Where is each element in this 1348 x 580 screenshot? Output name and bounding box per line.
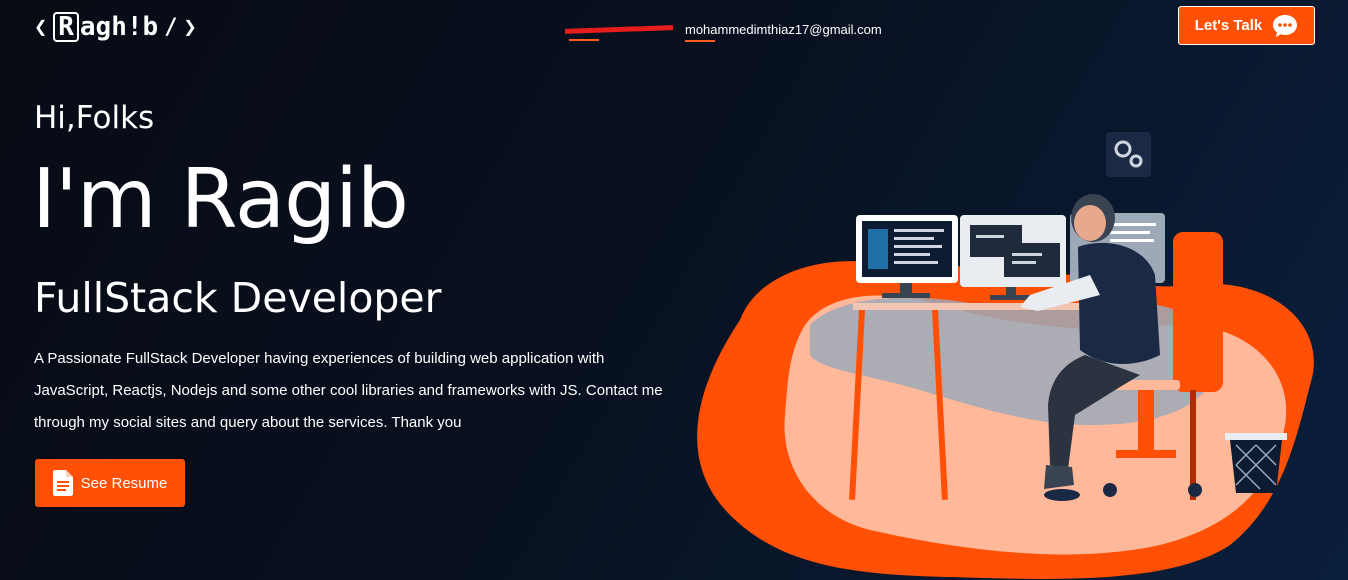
hero-role: FullStack Developer: [34, 274, 442, 322]
logo-r-letter: R: [53, 12, 79, 42]
chat-bubble-icon: [1273, 14, 1298, 37]
document-icon: [52, 470, 73, 496]
email-text: mohammedimthiaz17@gmail.com: [685, 22, 882, 37]
email-link[interactable]: mohammedimthiaz17@gmail.com: [685, 22, 882, 42]
logo-text: Ragh!b: [53, 12, 158, 42]
logo-slash: /: [164, 14, 178, 40]
developer-workstation-illustration: [697, 132, 1314, 579]
logo-rest: agh!b: [79, 12, 159, 42]
lets-talk-label: Let's Talk: [1194, 17, 1263, 34]
see-resume-button[interactable]: See Resume: [35, 459, 185, 507]
phone-number-redacted[interactable]: [565, 23, 673, 41]
see-resume-label: See Resume: [80, 474, 168, 492]
hero-name: I'm Ragib: [32, 152, 409, 247]
redaction-mark: [565, 24, 673, 34]
email-underline: [685, 40, 715, 42]
gears-icon: [1106, 132, 1151, 177]
lets-talk-button[interactable]: Let's Talk: [1178, 6, 1315, 45]
logo-right-bracket: ❯: [183, 14, 197, 40]
hero-greeting: Hi,Folks: [34, 100, 155, 136]
site-logo[interactable]: ❮ Ragh!b / ❯: [34, 12, 197, 42]
logo-left-bracket: ❮: [34, 14, 48, 40]
phone-underline: [569, 38, 599, 41]
header-contact: mohammedimthiaz17@gmail.com: [565, 22, 882, 42]
hero-description: A Passionate FullStack Developer having …: [34, 350, 663, 431]
desk-top: [853, 303, 1118, 310]
